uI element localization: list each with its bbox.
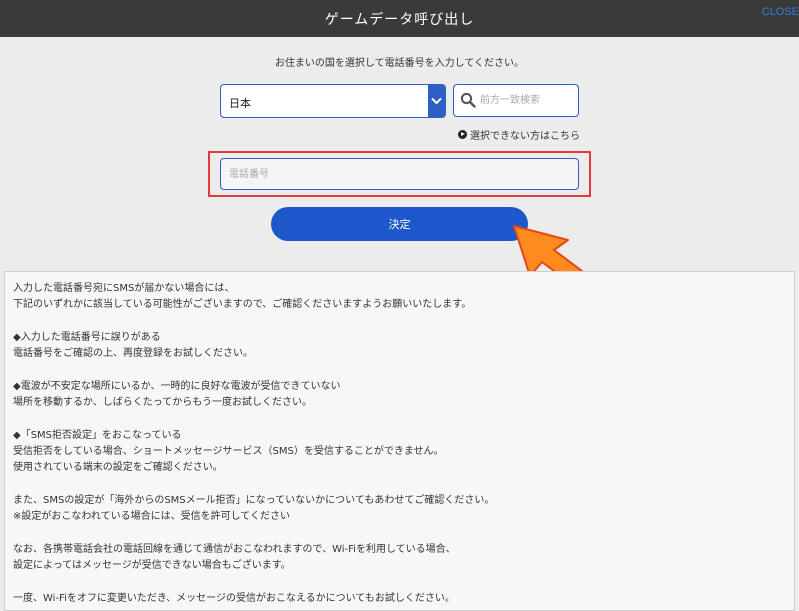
header-bar: ゲームデータ呼び出し CLOSE (0, 0, 799, 37)
country-search-input[interactable] (480, 85, 576, 116)
close-button[interactable]: CLOSE (762, 6, 799, 18)
notice-line: ◆入力した電話番号に誤りがある (13, 331, 161, 343)
notice-line: ※設定がおこなわれている場合には、受信を許可してください (13, 511, 290, 523)
notice-line (13, 477, 786, 493)
chevron-down-icon[interactable] (428, 85, 445, 117)
phone-number-field[interactable] (220, 158, 579, 190)
notice-line: また、SMSの設定が「海外からのSMSメール拒否」になっていないかについてもあわ… (13, 494, 495, 506)
notice-box: 入力した電話番号宛にSMSが届かない場合には、下記のいずれかに該当している可能性… (4, 271, 795, 611)
page-title: ゲームデータ呼び出し (324, 12, 475, 28)
notice-line (13, 525, 786, 541)
country-select[interactable]: 日本 (220, 84, 446, 118)
notice-line: ◆電波が不安定な場所にいるか、一時的に良好な電波が受信できていない (13, 380, 341, 392)
notice-line: 使用されている端末の設定をご確認ください。 (13, 462, 223, 474)
help-link-label: 選択できない方はこちら (470, 131, 580, 142)
country-search-box[interactable] (453, 84, 579, 117)
notice-line (13, 314, 786, 330)
instruction-text: お住まいの国を選択して電話番号を入力してください。 (274, 58, 525, 69)
country-select-value: 日本 (229, 97, 251, 110)
submit-button[interactable]: 決定 (271, 207, 528, 241)
notice-line (13, 362, 786, 378)
notice-line: ◆「SMS拒否設定」をおこなっている (13, 429, 182, 441)
notice-line (13, 574, 786, 590)
notice-line: 場所を移動するか、しばらくたってからもう一度お試しください。 (13, 397, 312, 409)
notice-text: 入力した電話番号宛にSMSが届かない場合には、下記のいずれかに該当している可能性… (13, 281, 786, 607)
notice-line: 電話番号をご確認の上、再度登録をお試しください。 (13, 348, 253, 360)
search-icon (460, 92, 476, 112)
notice-line: 下記のいずれかに該当している可能性がございますので、ご確認くださいますようお願い… (13, 299, 472, 311)
notice-line: 設定によってはメッセージが受信できない場合もございます。 (13, 560, 291, 572)
play-circle-icon (458, 130, 467, 139)
help-link[interactable]: 選択できない方はこちら (458, 127, 580, 142)
notice-line: 入力した電話番号宛にSMSが届かない場合には、 (13, 283, 235, 294)
notice-line (13, 411, 786, 427)
notice-line: なお、各携帯電話会社の電話回線を通じて通信がおこなわれますので、Wi-Fiを利用… (13, 543, 456, 555)
notice-line: 受信拒否をしている場合、ショートメッセージサービス（SMS）を受信することができ… (13, 445, 444, 457)
